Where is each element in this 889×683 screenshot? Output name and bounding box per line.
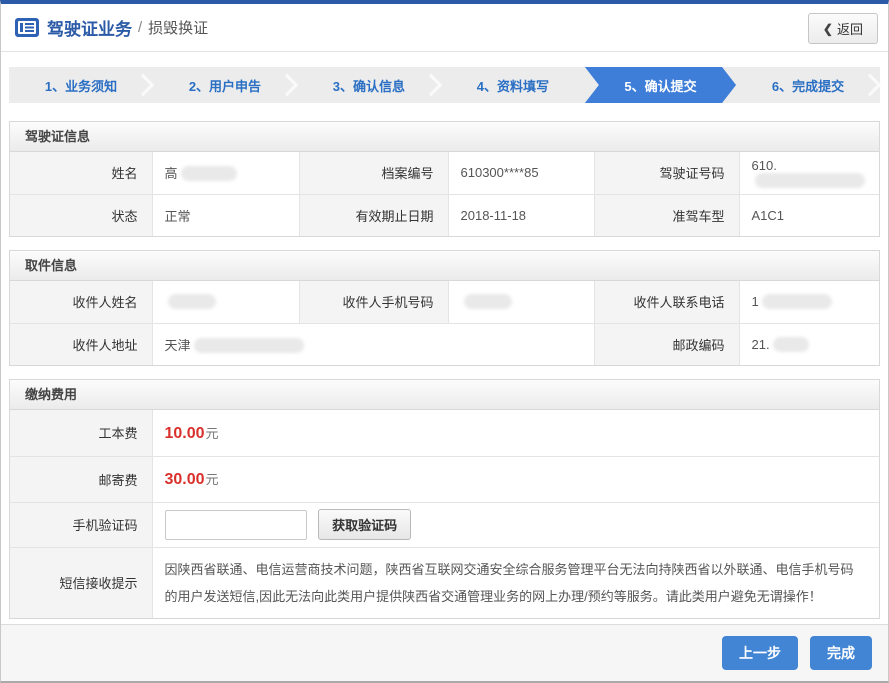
table-row: 收件人姓名 收件人手机号码 收件人联系电话 1: [10, 281, 879, 323]
redacted-value: [762, 294, 832, 309]
fee-amount: 30.00: [165, 471, 205, 488]
chevron-right-separator: [132, 74, 155, 97]
field-label-recipient-address: 收件人地址: [10, 323, 152, 365]
field-value-postage-fee: 30.00元: [152, 456, 879, 502]
redacted-value: [194, 338, 304, 353]
step-6-complete-submit: 6、完成提交: [736, 67, 880, 103]
step-progress-bar: 1、业务须知 2、用户申告 3、确认信息 4、资料填写 5、确认提交 6、完成提…: [9, 67, 880, 103]
field-value-recipient-address: 天津: [152, 323, 594, 365]
field-value-postal-code: 21.: [739, 323, 879, 365]
chevron-right-separator: [276, 74, 299, 97]
field-label-vehicle-class: 准驾车型: [594, 194, 739, 236]
page-subtitle: 损毁换证: [148, 17, 208, 38]
field-label-name: 姓名: [10, 152, 152, 194]
pickup-info-table: 收件人姓名 收件人手机号码 收件人联系电话 1 收件人地址 天津 邮政编码 21…: [10, 281, 879, 365]
section-pickup-info: 取件信息 收件人姓名 收件人手机号码 收件人联系电话 1 收件人地址 天津 邮政…: [9, 250, 880, 366]
field-label-postage-fee: 邮寄费: [10, 456, 152, 502]
field-label-sms-notice: 短信接收提示: [10, 547, 152, 618]
chevron-right-separator: [420, 74, 443, 97]
field-label-expiry-date: 有效期止日期: [299, 194, 448, 236]
field-value-file-number: 610300****85: [448, 152, 594, 194]
field-label-recipient-name: 收件人姓名: [10, 281, 152, 323]
get-sms-code-button[interactable]: 获取验证码: [318, 509, 411, 540]
field-value-recipient-name: [152, 281, 299, 323]
table-row: 状态 正常 有效期止日期 2018-11-18 准驾车型 A1C1: [10, 194, 879, 236]
fees-table: 工本费 10.00元 邮寄费 30.00元 手机验证码 获取验证码 短信接收提示…: [10, 410, 879, 618]
field-label-postal-code: 邮政编码: [594, 323, 739, 365]
field-label-sms-code: 手机验证码: [10, 502, 152, 547]
sms-notice-text: 因陕西省联通、电信运营商技术问题，陕西省互联网交通安全综合服务管理平台无法向持陕…: [152, 547, 879, 618]
redacted-value: [773, 337, 809, 352]
fee-unit: 元: [206, 472, 219, 487]
previous-step-button[interactable]: 上一步: [722, 636, 798, 670]
redacted-value: [464, 294, 512, 309]
page-title: 驾驶证业务: [47, 15, 132, 40]
field-value-recipient-mobile: [448, 281, 594, 323]
step-5-confirm-submit-active: 5、确认提交: [585, 67, 736, 103]
table-row: 姓名 高 档案编号 610300****85 驾驶证号码 610.: [10, 152, 879, 194]
field-value-license-number: 610.: [739, 152, 879, 194]
fee-unit: 元: [206, 426, 219, 441]
chevron-left-icon: ❮: [823, 22, 833, 36]
field-sms-code: 获取验证码: [152, 502, 879, 547]
finish-button[interactable]: 完成: [810, 636, 872, 670]
field-value-name: 高: [152, 152, 299, 194]
license-form-icon: [15, 18, 39, 37]
field-label-license-number: 驾驶证号码: [594, 152, 739, 194]
header: 驾驶证业务 / 损毁换证 ❮ 返回: [1, 4, 888, 52]
section-fees: 缴纳费用 工本费 10.00元 邮寄费 30.00元 手机验证码 获取验证码 短…: [9, 379, 880, 619]
table-row: 短信接收提示 因陕西省联通、电信运营商技术问题，陕西省互联网交通安全综合服务管理…: [10, 547, 879, 618]
page: 驾驶证业务 / 损毁换证 ❮ 返回 1、业务须知 2、用户申告 3、确认信息 4…: [0, 0, 889, 683]
table-row: 工本费 10.00元: [10, 410, 879, 456]
field-value-production-fee: 10.00元: [152, 410, 879, 456]
field-label-recipient-phone: 收件人联系电话: [594, 281, 739, 323]
field-value-status: 正常: [152, 194, 299, 236]
field-value-vehicle-class: A1C1: [739, 194, 879, 236]
section-title: 驾驶证信息: [10, 122, 879, 152]
chevron-right-separator: [859, 74, 882, 97]
license-info-table: 姓名 高 档案编号 610300****85 驾驶证号码 610. 状态 正常 …: [10, 152, 879, 236]
field-label-file-number: 档案编号: [299, 152, 448, 194]
field-value-expiry-date: 2018-11-18: [448, 194, 594, 236]
section-title: 取件信息: [10, 251, 879, 281]
footer-action-bar: 上一步 完成: [1, 624, 888, 681]
back-button-label: 返回: [837, 19, 863, 38]
field-value-recipient-phone: 1: [739, 281, 879, 323]
step-1-business-notice: 1、业务须知: [9, 67, 153, 103]
fee-amount: 10.00: [165, 425, 205, 442]
field-label-production-fee: 工本费: [10, 410, 152, 456]
table-row: 收件人地址 天津 邮政编码 21.: [10, 323, 879, 365]
back-button[interactable]: ❮ 返回: [808, 13, 878, 44]
redacted-value: [755, 173, 865, 188]
field-label-status: 状态: [10, 194, 152, 236]
step-3-confirm-info: 3、确认信息: [297, 67, 441, 103]
field-label-recipient-mobile: 收件人手机号码: [299, 281, 448, 323]
section-license-info: 驾驶证信息 姓名 高 档案编号 610300****85 驾驶证号码 610. …: [9, 121, 880, 237]
step-4-fill-data: 4、资料填写: [441, 67, 585, 103]
redacted-value: [181, 166, 237, 181]
redacted-value: [168, 294, 216, 309]
table-row: 邮寄费 30.00元: [10, 456, 879, 502]
breadcrumb-separator: /: [138, 19, 142, 36]
step-2-user-declaration: 2、用户申告: [153, 67, 297, 103]
table-row: 手机验证码 获取验证码: [10, 502, 879, 547]
sms-code-input[interactable]: [165, 510, 307, 540]
section-title: 缴纳费用: [10, 380, 879, 410]
